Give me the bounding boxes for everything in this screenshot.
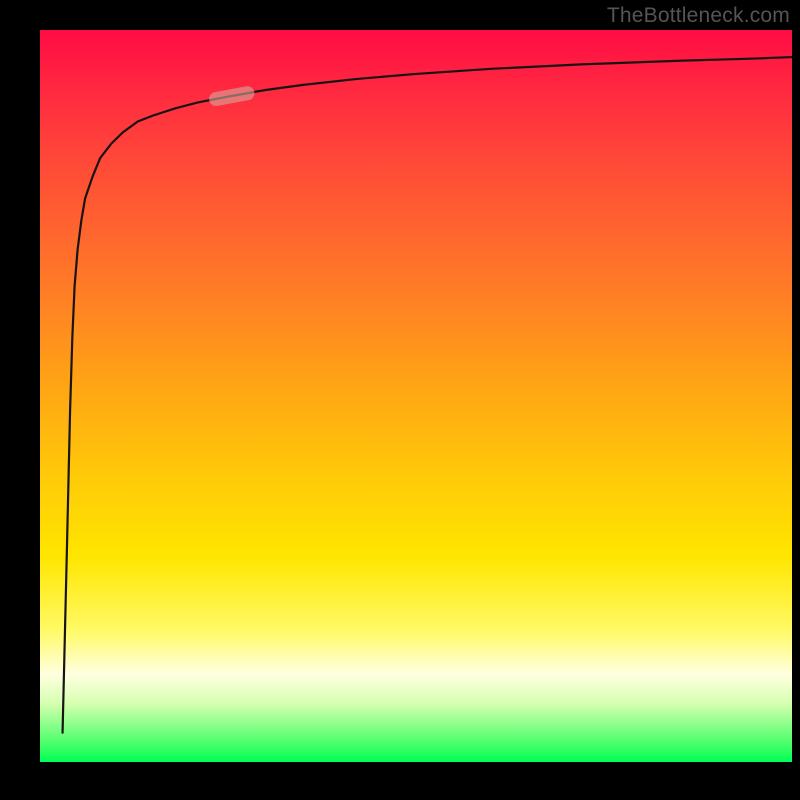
chart-frame: TheBottleneck.com [0, 0, 800, 800]
watermark-text: TheBottleneck.com [607, 4, 790, 28]
bottleneck-curve [63, 57, 792, 733]
curve-svg [40, 30, 792, 762]
curve-marker [208, 85, 256, 107]
plot-area [40, 30, 792, 762]
